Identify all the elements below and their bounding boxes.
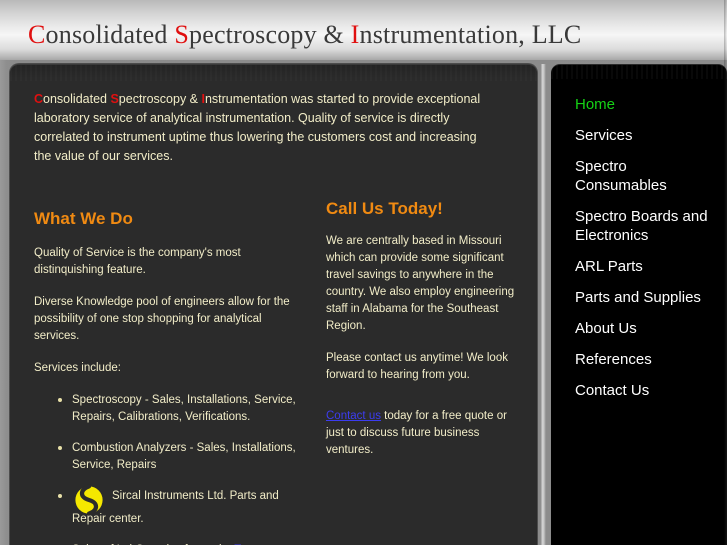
sidebar-item-label[interactable]: References: [575, 350, 721, 369]
service-item-label: Spectroscopy - Sales, Installations, Ser…: [72, 394, 296, 423]
main-content-panel: Consolidated Spectroscopy & Instrumentat…: [10, 64, 537, 545]
sidebar-item-services[interactable]: Services: [575, 126, 721, 145]
sidebar-item-label[interactable]: Contact Us: [575, 381, 721, 400]
sidebar-item-contact-us[interactable]: Contact Us: [575, 381, 721, 400]
title-text-segment: nstrumentation, LLC: [359, 20, 582, 49]
sidebar-item-label[interactable]: Home: [575, 95, 721, 114]
title-text-segment: onsolidated: [45, 20, 175, 49]
sidebar-item-references[interactable]: References: [575, 350, 721, 369]
title-text-segment: onsolidated: [43, 92, 111, 106]
service-item-label: Combustion Analyzers - Sales, Installati…: [72, 442, 296, 471]
sidebar-item-label[interactable]: ARL Parts: [575, 257, 721, 276]
contact-us-link[interactable]: Contact us: [326, 410, 381, 422]
content-inner: Consolidated Spectroscopy & Instrumentat…: [34, 90, 523, 545]
sidebar-nav-panel: Home Services Spectro Consumables Spectro B…: [551, 64, 727, 545]
intro-paragraph: Consolidated Spectroscopy & Instrumentat…: [34, 90, 496, 166]
sidebar-item-arl-parts[interactable]: ARL Parts: [575, 257, 721, 276]
site-title: Consolidated Spectroscopy & Instrumentat…: [28, 20, 581, 50]
accent-capital: S: [174, 20, 189, 49]
left-paragraph-2: Diverse Knowledge pool of engineers allo…: [34, 296, 290, 342]
contact-cta: Contact us today for a free quote or jus…: [326, 408, 526, 459]
sidebar-item-label[interactable]: Parts and Supplies: [575, 288, 721, 307]
panel-divider: [540, 64, 546, 545]
title-text-segment: pectroscopy &: [189, 20, 351, 49]
sidebar-nav-list: Home Services Spectro Consumables Spectro B…: [575, 95, 721, 412]
right-paragraph-1: We are centrally based in Missouri which…: [326, 235, 515, 332]
site-masthead: Consolidated Spectroscopy & Instrumentat…: [0, 0, 727, 60]
sidebar-item-home[interactable]: Home: [575, 95, 721, 114]
call-us-today-heading: Call Us Today!: [326, 199, 443, 218]
service-list-item: Sircal Instruments Ltd. Parts and Repair…: [34, 484, 296, 528]
accent-capital: C: [34, 92, 44, 106]
sidebar-item-label[interactable]: Spectro Consumables: [575, 157, 721, 195]
title-text-segment: pectroscopy &: [118, 92, 202, 106]
service-list-item: Combustion Analyzers - Sales, Installati…: [34, 440, 296, 474]
sidebar-item-parts-and-supplies[interactable]: Parts and Supplies: [575, 288, 721, 307]
sidebar-item-label[interactable]: Services: [575, 126, 721, 145]
sircal-logo-icon: [75, 484, 103, 516]
sidebar-item-spectro-consumables[interactable]: Spectro Consumables: [575, 157, 721, 195]
right-column: Call Us Today! We are centrally based in…: [326, 198, 526, 474]
right-paragraph-2: Please contact us anytime! We look forwa…: [326, 352, 508, 381]
left-paragraph-1: Quality of Service is the company's most…: [34, 247, 241, 276]
sidebar-item-label[interactable]: About Us: [575, 319, 721, 338]
page-background: Consolidated Spectroscopy & Instrumentat…: [0, 0, 727, 545]
left-column: What We Do Quality of Service is the com…: [34, 208, 296, 545]
sidebar-item-spectro-boards-and-electronics[interactable]: Spectro Boards and Electronics: [575, 207, 721, 245]
service-list-item: Spectroscopy - Sales, Installations, Ser…: [34, 392, 296, 426]
services-list: Spectroscopy - Sales, Installations, Ser…: [34, 392, 296, 545]
sidebar-item-about-us[interactable]: About Us: [575, 319, 721, 338]
accent-capital: C: [28, 20, 46, 49]
what-we-do-heading: What We Do: [34, 209, 133, 228]
accent-capital: S: [110, 92, 119, 106]
accent-capital: I: [350, 20, 360, 49]
services-intro-label: Services include:: [34, 362, 121, 374]
sidebar-item-label[interactable]: Spectro Boards and Electronics: [575, 207, 721, 245]
